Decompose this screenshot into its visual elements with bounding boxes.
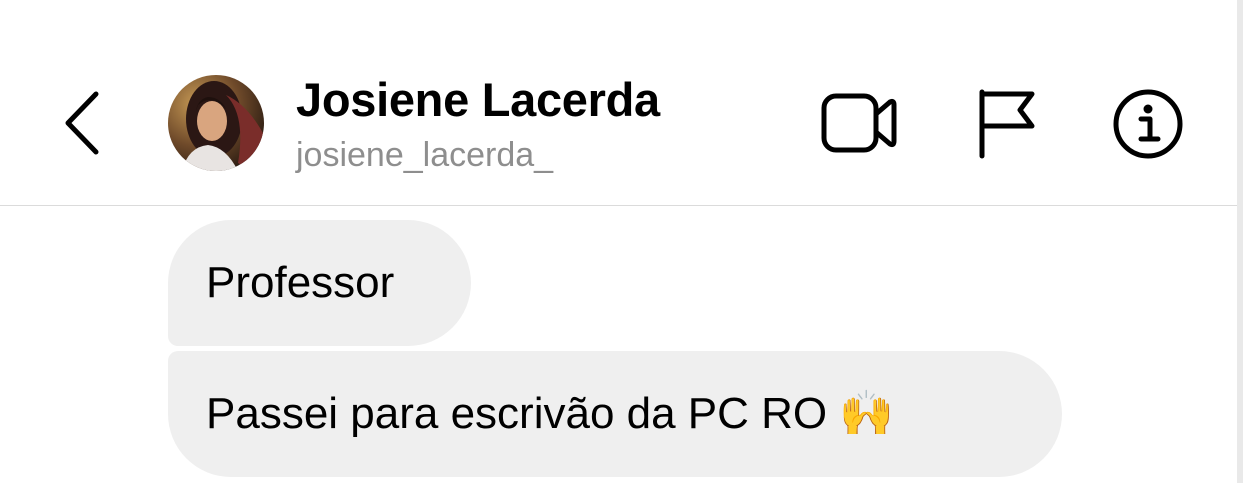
- chat-header: Josiene Lacerda josiene_lacerda_: [0, 0, 1237, 206]
- message-text: Professor: [206, 258, 395, 307]
- contact-name[interactable]: Josiene Lacerda: [296, 72, 660, 127]
- back-button[interactable]: [58, 88, 106, 158]
- info-icon: [1113, 89, 1183, 159]
- contact-handle[interactable]: josiene_lacerda_: [296, 136, 553, 175]
- message-thread: Professor Passei para escrivão da PC RO …: [0, 206, 1237, 483]
- avatar[interactable]: [168, 75, 264, 171]
- message-bubble[interactable]: Professor: [168, 220, 471, 346]
- message-bubble[interactable]: Passei para escrivão da PC RO 🙌: [168, 351, 1062, 477]
- video-call-button[interactable]: [818, 88, 900, 158]
- video-camera-icon: [821, 93, 897, 153]
- chat-screen: Josiene Lacerda josiene_lacerda_ Profess…: [0, 0, 1243, 483]
- message-text: Passei para escrivão da PC RO 🙌: [206, 389, 895, 438]
- report-button[interactable]: [972, 84, 1040, 162]
- info-button[interactable]: [1108, 86, 1190, 160]
- window-edge: [1237, 0, 1243, 483]
- avatar-photo: [168, 75, 264, 171]
- flag-icon: [979, 89, 1035, 159]
- chevron-left-icon: [65, 91, 99, 155]
